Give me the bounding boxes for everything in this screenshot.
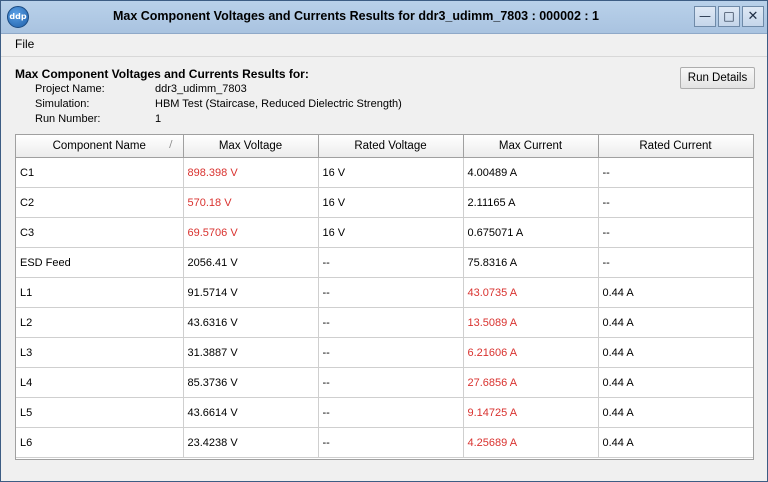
table-row[interactable]: C2 570.18 V 16 V 2.11165 A -- [16,187,753,218]
cell-rated-current: -- [597,187,753,218]
cell-rated-voltage: -- [317,397,464,428]
cell-max-current: 2.11165 A [462,187,599,218]
cell-component-name: L4 [16,367,184,398]
close-button[interactable]: ✕ [742,6,764,27]
cell-component-name: L1 [16,277,184,308]
cell-rated-voltage: -- [317,307,464,338]
cell-max-voltage: 23.4238 V [182,427,319,458]
cell-rated-voltage: 16 V [317,217,464,248]
cell-rated-current: -- [597,247,753,278]
project-name-value: ddr3_udimm_7803 [155,83,247,95]
column-header-label: Component Name [52,140,146,152]
cell-max-current: 9.14725 A [462,397,599,428]
cell-rated-current: 0.44 A [597,277,753,308]
cell-rated-voltage: -- [317,367,464,398]
simulation-value: HBM Test (Staircase, Reduced Dielectric … [155,98,402,110]
cell-rated-voltage: 16 V [317,187,464,218]
cell-max-voltage: 570.18 V [182,187,319,218]
cell-rated-voltage: -- [317,277,464,308]
cell-max-voltage: 69.5706 V [182,217,319,248]
cell-component-name: ESD Feed [16,247,184,278]
menu-bar: File [1,34,767,55]
cell-rated-current: -- [597,157,753,188]
column-header-rated-current[interactable]: Rated Current [597,135,753,158]
cell-rated-voltage: -- [317,247,464,278]
results-window: ddp Max Component Voltages and Currents … [0,0,768,482]
cell-max-current: 27.6856 A [462,367,599,398]
column-header-max-current[interactable]: Max Current [462,135,599,158]
cell-rated-current: 0.44 A [597,397,753,428]
cell-rated-voltage: -- [317,427,464,458]
app-logo-icon[interactable]: ddp [7,6,29,28]
results-heading: Max Component Voltages and Currents Resu… [15,67,309,81]
cell-max-voltage: 91.5714 V [182,277,319,308]
cell-rated-current: 0.44 A [597,337,753,368]
column-header-max-voltage[interactable]: Max Voltage [182,135,319,158]
cell-max-voltage: 2056.41 V [182,247,319,278]
sort-indicator-icon: / [169,139,173,150]
cell-rated-voltage: -- [317,337,464,368]
table-row[interactable]: L1 91.5714 V -- 43.0735 A 0.44 A [16,277,753,308]
cell-component-name: L6 [16,427,184,458]
cell-rated-current: 0.44 A [597,367,753,398]
window-title: Max Component Voltages and Currents Resu… [112,9,600,23]
run-number-value: 1 [155,113,162,125]
cell-max-current: 4.00489 A [462,157,599,188]
maximize-button[interactable]: □ [718,6,740,27]
menu-divider [1,56,767,57]
simulation-label: Simulation: [35,98,90,110]
cell-rated-current: 0.44 A [597,427,753,458]
table-row[interactable]: L6 23.4238 V -- 4.25689 A 0.44 A [16,427,753,458]
column-header-component-name[interactable]: Component Name / [16,135,184,158]
table-row[interactable]: L3 31.3887 V -- 6.21606 A 0.44 A [16,337,753,368]
cell-max-current: 13.5089 A [462,307,599,338]
table-row[interactable]: C1 898.398 V 16 V 4.00489 A -- [16,157,753,188]
table-row[interactable]: C3 69.5706 V 16 V 0.675071 A -- [16,217,753,248]
cell-component-name: C2 [16,187,184,218]
cell-max-voltage: 85.3736 V [182,367,319,398]
cell-component-name: C3 [16,217,184,248]
menu-file[interactable]: File [15,37,34,51]
table-row[interactable]: L5 43.6614 V -- 9.14725 A 0.44 A [16,397,753,428]
cell-component-name: L3 [16,337,184,368]
cell-component-name: C1 [16,157,184,188]
cell-max-voltage: 898.398 V [182,157,319,188]
cell-rated-voltage: 16 V [317,157,464,188]
cell-component-name: L5 [16,397,184,428]
column-header-rated-voltage[interactable]: Rated Voltage [317,135,464,158]
run-number-label: Run Number: [35,113,101,125]
cell-max-current: 4.25689 A [462,427,599,458]
cell-max-current: 6.21606 A [462,337,599,368]
cell-rated-current: -- [597,217,753,248]
cell-max-current: 0.675071 A [462,217,599,248]
table-row[interactable]: ESD Feed 2056.41 V -- 75.8316 A -- [16,247,753,278]
cell-rated-current: 0.44 A [597,307,753,338]
run-details-button[interactable]: Run Details [680,67,755,89]
cell-max-voltage: 43.6316 V [182,307,319,338]
cell-max-current: 43.0735 A [462,277,599,308]
table-row[interactable]: L2 43.6316 V -- 13.5089 A 0.44 A [16,307,753,338]
title-bar[interactable]: ddp Max Component Voltages and Currents … [1,1,767,34]
cell-component-name: L2 [16,307,184,338]
table-header-row: Component Name / Max Voltage Rated Voltag… [16,135,753,158]
cell-max-voltage: 43.6614 V [182,397,319,428]
project-name-label: Project Name: [35,83,105,95]
cell-max-current: 75.8316 A [462,247,599,278]
table-row[interactable]: L4 85.3736 V -- 27.6856 A 0.44 A [16,367,753,398]
results-table: Component Name / Max Voltage Rated Voltag… [15,134,754,460]
cell-max-voltage: 31.3887 V [182,337,319,368]
minimize-button[interactable]: — [694,6,716,27]
